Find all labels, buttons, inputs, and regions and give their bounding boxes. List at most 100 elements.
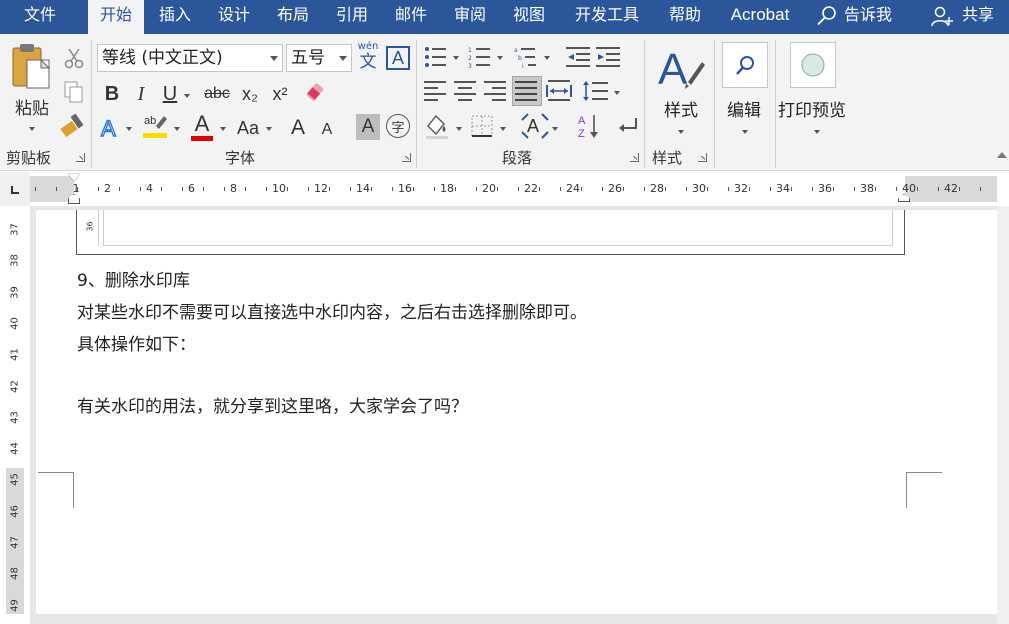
editing-button[interactable]: 编辑 <box>720 42 770 142</box>
copy-icon[interactable] <box>62 80 86 104</box>
horizontal-ruler[interactable]: 124681012141618202224262830323436384042 <box>30 174 997 204</box>
subscript-button[interactable]: x₂ <box>236 80 264 108</box>
font-dialog-launcher[interactable] <box>402 153 411 162</box>
tab-selector[interactable] <box>0 172 30 206</box>
superscript-button[interactable]: x² <box>266 80 294 108</box>
first-line-indent-marker[interactable] <box>68 174 80 181</box>
ruler-number: 6 <box>188 182 195 195</box>
font-size-value: 五号 <box>291 48 325 68</box>
tab-mailings[interactable]: 邮件 <box>386 0 436 34</box>
print-preview-label: 打印预览 <box>778 101 846 121</box>
multilevel-list-icon[interactable]: a b i <box>514 46 540 68</box>
doc-paragraph[interactable]: 有关水印的用法，就分享到这里咯，大家学会了吗？ <box>77 392 468 417</box>
text-effects-icon[interactable]: A <box>98 114 124 142</box>
grow-font-button[interactable]: A <box>286 114 310 142</box>
phonetic-guide-button[interactable]: wén 文 <box>356 42 380 73</box>
editing-dropdown-arrow[interactable] <box>742 130 748 134</box>
ruler-number: 34 <box>776 182 790 195</box>
print-preview-button[interactable]: 打印预览 <box>778 42 856 142</box>
paragraph-dialog-launcher[interactable] <box>630 153 639 162</box>
vertical-ruler[interactable]: 37 38 39 40 41 42 43 44 45 46 47 48 49 <box>6 210 24 614</box>
multilevel-dropdown-arrow[interactable] <box>544 56 550 60</box>
chinese-layout-dropdown-arrow[interactable] <box>552 127 558 131</box>
highlighter-icon[interactable]: ab <box>142 112 170 140</box>
tab-file[interactable]: 文件 <box>12 0 68 34</box>
tab-insert[interactable]: 插入 <box>150 0 200 34</box>
numbering-icon[interactable]: 1 2 3 <box>468 46 494 68</box>
paste-dropdown-arrow[interactable] <box>29 127 35 131</box>
vertical-scrollbar[interactable] <box>997 206 1009 624</box>
chinese-layout-icon[interactable]: A <box>520 112 550 140</box>
underline-dropdown-arrow[interactable] <box>184 94 190 98</box>
character-shading-button[interactable]: A <box>356 114 380 140</box>
change-case-button[interactable]: Aa <box>232 114 264 142</box>
shading-dropdown-arrow[interactable] <box>456 127 462 131</box>
numbering-dropdown-arrow[interactable] <box>497 56 503 60</box>
styles-dialog-launcher[interactable] <box>698 153 707 162</box>
bold-button[interactable]: B <box>100 80 124 108</box>
font-size-combobox[interactable]: 五号 <box>286 44 352 72</box>
tab-design[interactable]: 设计 <box>209 0 259 34</box>
line-spacing-icon[interactable] <box>582 79 610 103</box>
tab-developer[interactable]: 开发工具 <box>564 0 650 34</box>
line-spacing-dropdown-arrow[interactable] <box>614 91 620 95</box>
tab-help[interactable]: 帮助 <box>659 0 711 34</box>
svg-text:3: 3 <box>468 63 472 68</box>
font-color-button[interactable]: A <box>188 112 216 142</box>
clear-formatting-icon[interactable] <box>304 80 330 106</box>
align-center-icon[interactable] <box>454 80 478 102</box>
tab-view[interactable]: 视图 <box>504 0 554 34</box>
clipboard-dialog-launcher[interactable] <box>76 153 85 162</box>
italic-button[interactable]: I <box>130 80 152 108</box>
align-right-icon[interactable] <box>484 80 508 102</box>
print-preview-dropdown-arrow[interactable] <box>814 130 820 134</box>
borders-icon[interactable] <box>470 114 496 140</box>
circle-icon <box>801 53 825 77</box>
doc-paragraph[interactable]: 具体操作如下： <box>77 330 196 355</box>
change-case-dropdown-arrow[interactable] <box>266 127 272 131</box>
group-separator <box>416 40 417 168</box>
char-border-button[interactable]: A <box>386 46 410 70</box>
decrease-indent-icon[interactable] <box>566 46 592 68</box>
ruler-tick <box>580 187 582 191</box>
highlight-dropdown-arrow[interactable] <box>174 127 180 131</box>
ruler-tick <box>76 187 78 191</box>
format-painter-icon[interactable] <box>60 112 86 138</box>
justify-button[interactable] <box>512 76 542 106</box>
shrink-font-button[interactable]: A <box>316 118 338 142</box>
tab-acrobat[interactable]: Acrobat <box>720 0 800 34</box>
borders-dropdown-arrow[interactable] <box>500 127 506 131</box>
text-effects-dropdown-arrow[interactable] <box>126 127 132 131</box>
paste-button[interactable]: 粘贴 <box>6 42 58 140</box>
ruler-number: 42 <box>944 182 958 195</box>
ruler-number: 18 <box>440 182 454 195</box>
doc-paragraph[interactable]: 对某些水印不需要可以直接选中水印内容，之后右击选择删除即可。 <box>77 298 587 323</box>
cut-icon[interactable] <box>62 46 86 70</box>
increase-indent-icon[interactable] <box>596 46 622 68</box>
tab-references[interactable]: 引用 <box>327 0 377 34</box>
tab-review[interactable]: 审阅 <box>445 0 495 34</box>
enclose-characters-button[interactable]: 字 <box>386 114 410 138</box>
font-name-combobox[interactable]: 等线 (中文正文) <box>97 44 283 72</box>
font-color-dropdown-arrow[interactable] <box>220 127 226 131</box>
bullets-dropdown-arrow[interactable] <box>453 56 459 60</box>
ruler-number: 37 <box>9 223 21 236</box>
styles-dropdown-arrow[interactable] <box>678 130 684 134</box>
strikethrough-button[interactable]: abc <box>200 80 234 108</box>
embedded-page <box>103 210 893 246</box>
svg-text:1: 1 <box>468 47 472 54</box>
sort-icon[interactable]: A Z <box>576 112 602 140</box>
align-left-icon[interactable] <box>424 80 448 102</box>
tab-layout[interactable]: 布局 <box>268 0 318 34</box>
group-separator <box>644 40 645 168</box>
bullets-icon[interactable] <box>424 46 450 68</box>
show-formatting-marks-icon[interactable] <box>616 114 640 140</box>
page-corner-mark-left-lower <box>38 472 74 508</box>
styles-button[interactable]: A 样式 <box>652 42 710 142</box>
collapse-ribbon-caret[interactable] <box>997 152 1007 158</box>
shading-icon[interactable] <box>424 112 452 140</box>
underline-button[interactable]: U <box>158 80 182 108</box>
doc-heading[interactable]: 9、删除水印库 <box>77 266 190 291</box>
distributed-icon[interactable] <box>546 79 572 103</box>
tab-home[interactable]: 开始 <box>88 0 144 34</box>
